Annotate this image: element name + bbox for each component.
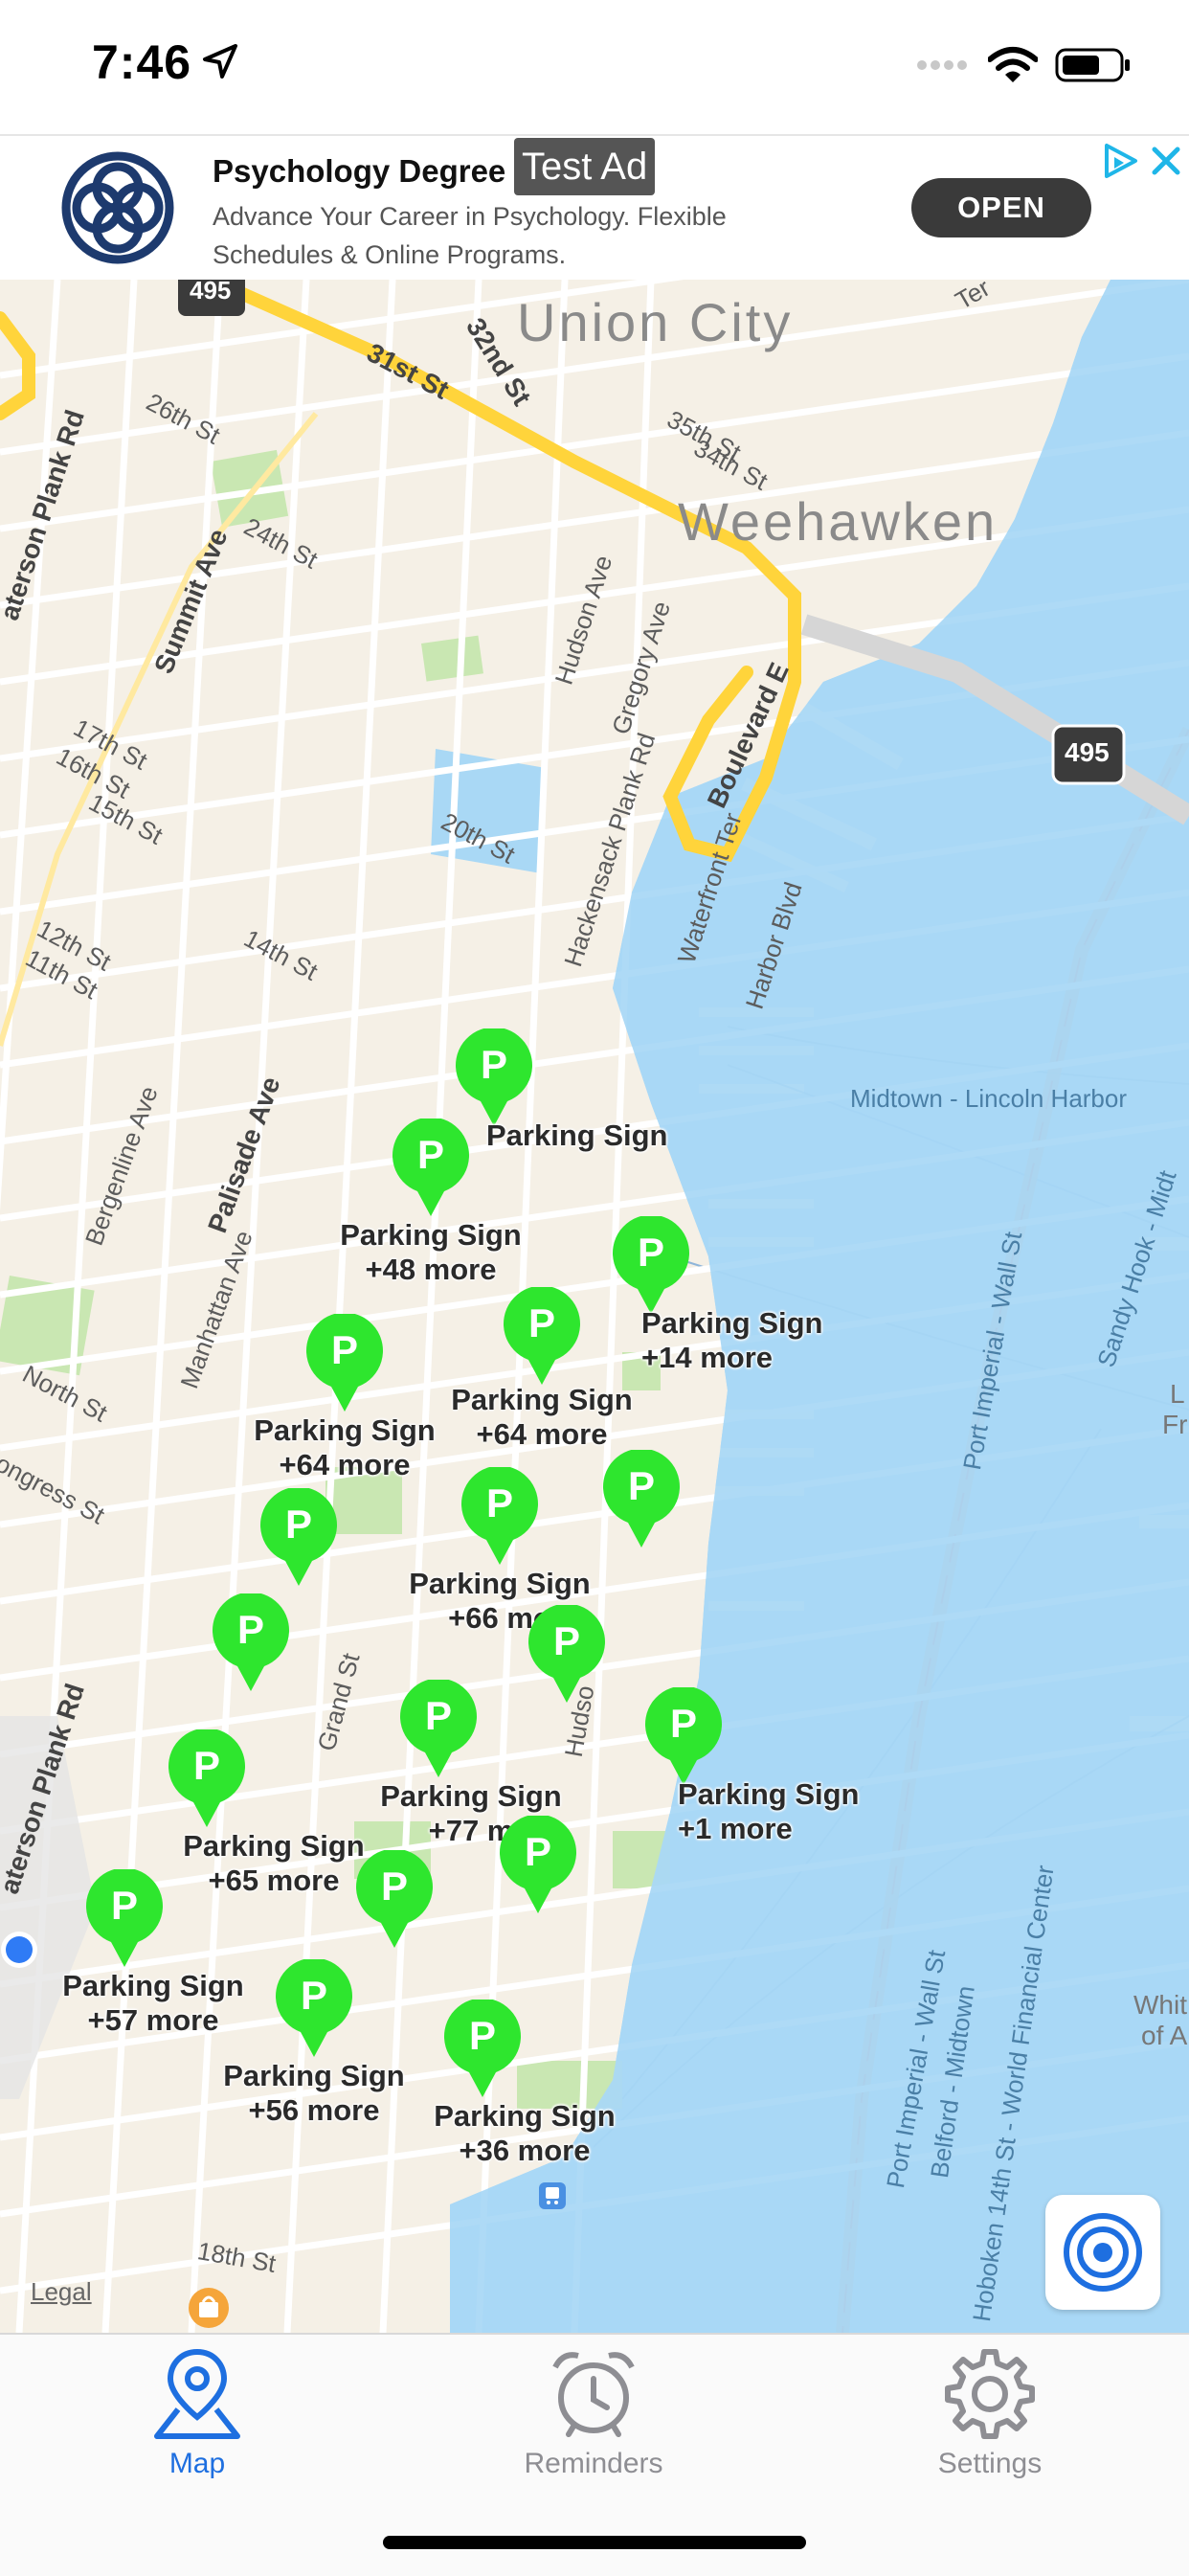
- parking-pin-icon: [444, 2000, 521, 2097]
- parking-marker[interactable]: P Parking Sign: [454, 1028, 667, 1152]
- location-target-icon: [1064, 2213, 1142, 2292]
- parking-marker[interactable]: P Parking Sign +77 m: [380, 1680, 562, 1847]
- ad-title[interactable]: Psychology Degree: [213, 153, 505, 190]
- parking-marker-title: Parking Sign: [434, 2099, 616, 2133]
- user-location-dot[interactable]: [0, 1927, 38, 1973]
- parking-pin-icon: [528, 1605, 605, 1703]
- parking-marker-label: Parking Sign: [486, 1119, 835, 1153]
- label-edge-l: L: [1170, 1379, 1185, 1409]
- parking-pin-icon: [213, 1593, 289, 1691]
- parking-marker-label: Parking Sign +66 mo: [325, 1567, 674, 1636]
- home-indicator[interactable]: [383, 2536, 806, 2549]
- status-bar: 7:46: [0, 0, 1189, 134]
- ad-choices-icon[interactable]: [1099, 140, 1141, 182]
- parking-marker-more: +1 more: [678, 1812, 793, 1845]
- parking-marker-more: +66 mo: [448, 1601, 551, 1635]
- parking-marker[interactable]: P: [211, 1593, 291, 1693]
- parking-pin-icon: [306, 1314, 383, 1412]
- parking-marker[interactable]: P Parking Sign +57 more: [62, 1869, 244, 2037]
- parking-marker-more: +48 more: [365, 1253, 497, 1286]
- tab-label: Settings: [937, 2448, 1043, 2479]
- parking-marker[interactable]: P Parking Sign +14 more: [611, 1216, 822, 1374]
- location-arrow-icon: [203, 44, 237, 79]
- celtic-knot-logo-icon: [61, 151, 174, 264]
- parking-pin-icon: [393, 1119, 469, 1216]
- alarm-clock-icon: [552, 2352, 635, 2437]
- parking-marker[interactable]: P Parking Sign +65 more: [167, 1729, 365, 1897]
- label-edge-of-a: of A: [1141, 2021, 1188, 2050]
- tab-map[interactable]: Map: [54, 2342, 341, 2486]
- parking-marker-title: Parking Sign: [641, 1306, 823, 1340]
- parking-marker-more: +64 more: [476, 1417, 608, 1451]
- parking-marker-label: Parking Sign +36 more: [350, 2099, 699, 2168]
- battery-icon: [1055, 48, 1130, 82]
- parking-marker[interactable]: P Parking Sign +56 more: [223, 1959, 405, 2127]
- shopping-bag-icon[interactable]: [188, 2287, 230, 2329]
- map-pin-icon: [154, 2348, 240, 2439]
- parking-marker-title: Parking Sign: [678, 1777, 860, 1811]
- tab-reminders[interactable]: Reminders: [450, 2342, 737, 2486]
- parking-marker[interactable]: P: [601, 1450, 682, 1549]
- ad-test-tag: Test Ad: [514, 138, 656, 195]
- parking-marker-label: Parking Sign +48 more: [257, 1218, 605, 1287]
- parking-pin-icon: [356, 1850, 433, 1948]
- wifi-icon: [988, 47, 1038, 82]
- label-edge-whit: Whit: [1133, 1990, 1187, 2020]
- parking-marker[interactable]: P Parking Sign +66 mo: [409, 1467, 591, 1635]
- label-union-city: Union City: [517, 292, 794, 352]
- tab-label: Reminders: [524, 2448, 663, 2479]
- status-icons: [917, 44, 1132, 86]
- legal-link[interactable]: Legal: [31, 2277, 92, 2307]
- ad-banner[interactable]: Psychology Degree Test Ad Advance Your C…: [0, 134, 1189, 282]
- status-time: 7:46: [92, 35, 192, 89]
- parking-pin-icon: [400, 1680, 477, 1777]
- parking-marker-more: +14 more: [641, 1341, 774, 1374]
- label-weehawken: Weehawken: [678, 491, 998, 552]
- parking-pin-icon: [276, 1959, 352, 2057]
- parking-pin-icon: [168, 1729, 245, 1827]
- signal-dots-icon: [917, 60, 967, 70]
- map-view[interactable]: 495 495 Union City Weehawken 31st St 32n…: [0, 280, 1189, 2333]
- parking-marker-title: Parking Sign: [380, 1779, 562, 1813]
- label-midtown-lincoln-harbor: Midtown - Lincoln Harbor: [850, 1084, 1128, 1113]
- tab-label: Map: [168, 2448, 226, 2479]
- parking-marker-title: Parking Sign: [451, 1383, 633, 1416]
- parking-pin-icon: [645, 1687, 722, 1785]
- highway-495-top: 495: [190, 280, 232, 305]
- parking-pin-icon: [603, 1450, 680, 1548]
- parking-marker[interactable]: P: [354, 1850, 435, 1950]
- parking-marker-title: Parking Sign: [223, 2059, 405, 2092]
- ad-description[interactable]: Advance Your Career in Psychology. Flexi…: [213, 197, 806, 274]
- parking-marker[interactable]: P Parking Sign +36 more: [434, 2000, 616, 2167]
- parking-pin-icon: [456, 1028, 532, 1126]
- parking-marker[interactable]: P: [498, 1816, 578, 1915]
- close-icon[interactable]: [1147, 140, 1185, 182]
- parking-marker[interactable]: P Parking Sign +64 more: [254, 1314, 436, 1481]
- parking-pin-icon: [613, 1216, 689, 1314]
- parking-marker-title: Parking Sign: [486, 1119, 668, 1152]
- parking-marker[interactable]: P: [527, 1605, 607, 1705]
- parking-marker-label: Parking Sign +64 more: [408, 1383, 676, 1452]
- label-edge-fr: Fr: [1162, 1410, 1188, 1439]
- locate-me-button[interactable]: [1045, 2195, 1160, 2310]
- parking-marker[interactable]: P Parking Sign +1 more: [643, 1687, 859, 1845]
- ferry-station-icon[interactable]: [538, 2181, 567, 2210]
- parking-pin-icon: [502, 1287, 582, 1387]
- parking-pin-icon: [86, 1869, 163, 1967]
- parking-marker-title: Parking Sign: [409, 1567, 591, 1600]
- highway-495-right: 495: [1065, 737, 1110, 767]
- parking-marker-title: Parking Sign: [340, 1218, 522, 1252]
- parking-pin-icon: [500, 1816, 576, 1913]
- parking-pin-icon: [461, 1467, 538, 1565]
- gear-icon: [945, 2349, 1035, 2439]
- ad-open-button[interactable]: OPEN: [911, 178, 1091, 237]
- parking-marker-label: Parking Sign +14 more: [641, 1306, 990, 1375]
- parking-marker-more: +36 more: [459, 2134, 591, 2167]
- parking-marker[interactable]: P Parking Sign +48 more: [340, 1119, 522, 1286]
- tab-settings[interactable]: Settings: [846, 2342, 1133, 2486]
- parking-marker-label: Parking Sign +1 more: [678, 1777, 1026, 1846]
